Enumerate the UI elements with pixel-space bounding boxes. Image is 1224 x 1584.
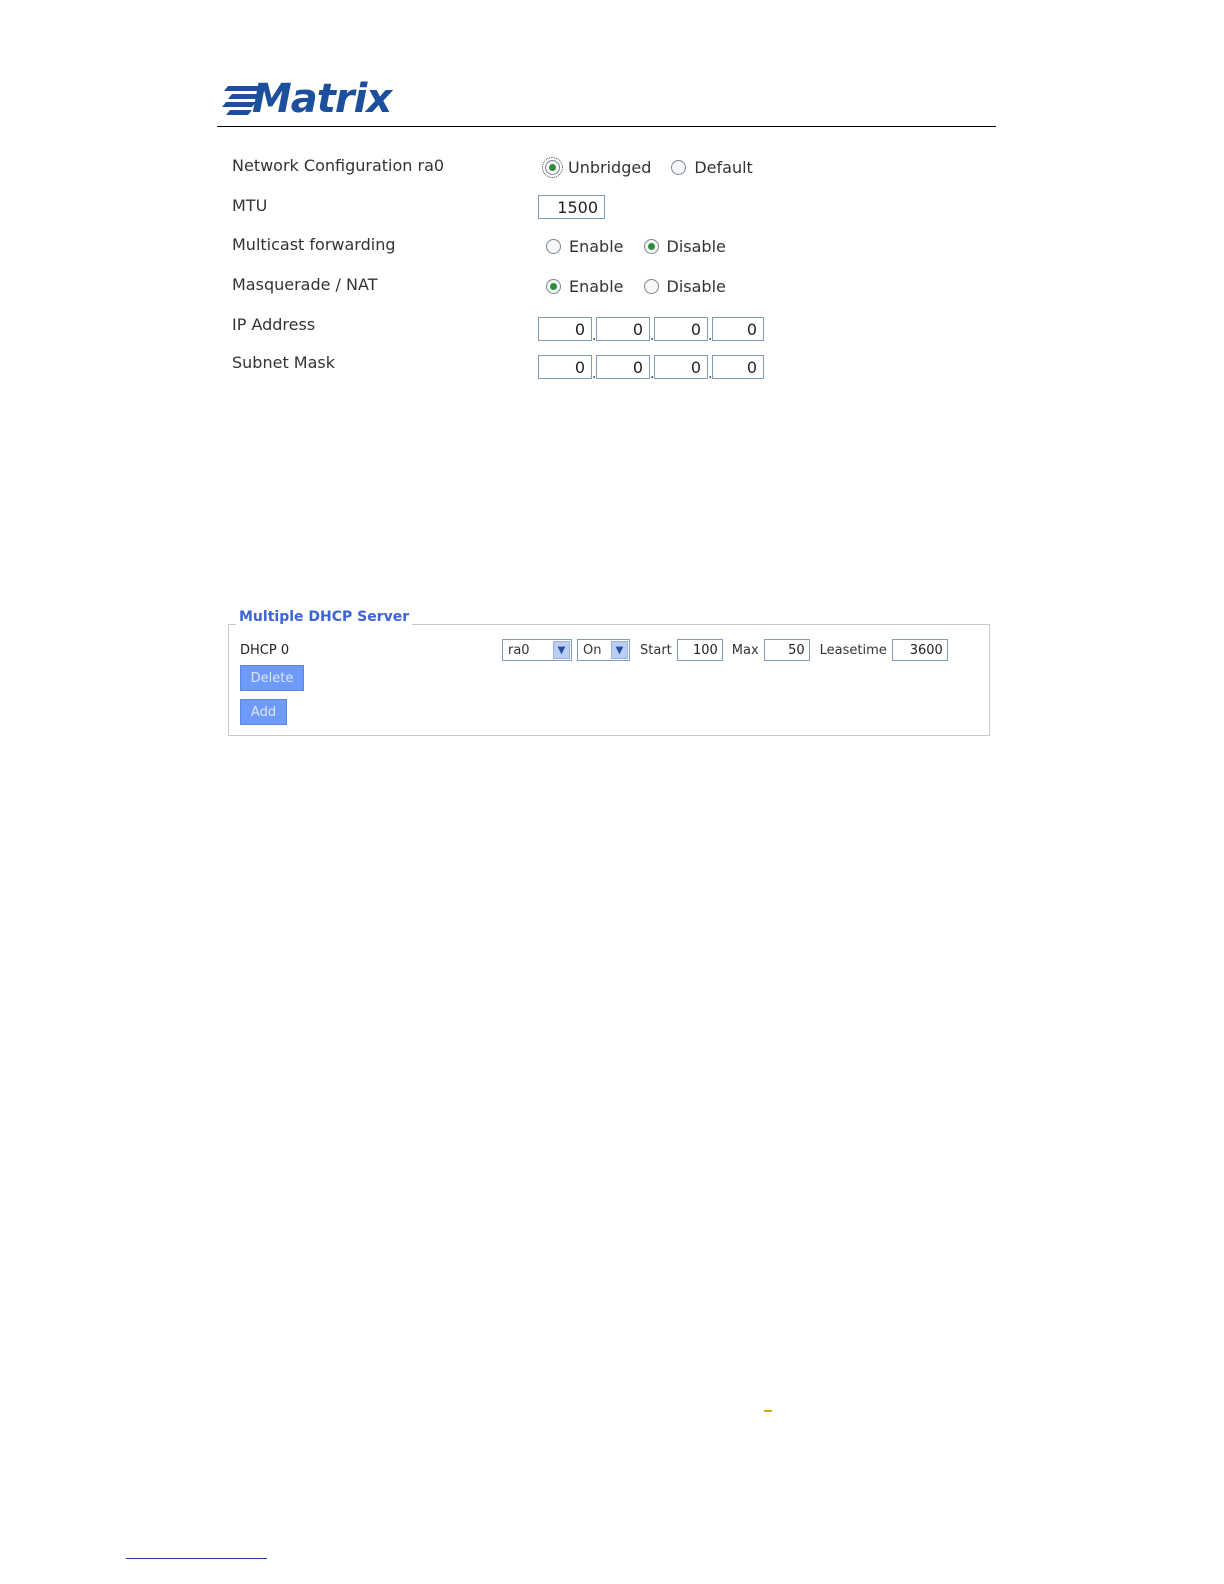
mask-octet-4[interactable]: 0 (712, 355, 764, 379)
chevron-down-icon[interactable]: ▼ (611, 641, 628, 659)
ip-octet-1[interactable]: 0 (538, 317, 592, 341)
header-divider (217, 126, 996, 127)
ip-address-label: IP Address (232, 315, 316, 334)
delete-button[interactable]: Delete (240, 665, 304, 691)
dhcp-entry-label: DHCP 0 (240, 643, 290, 658)
logo-text: Matrix (252, 76, 392, 122)
ip-address-row: IP Address 0 . 0 . 0 . 0 (232, 311, 992, 343)
masquerade-row: Masquerade / NAT Enable Disable (232, 271, 992, 301)
mtu-row: MTU 1500 (232, 192, 992, 222)
multicast-row: Multicast forwarding Enable Disable (232, 231, 992, 261)
radio-unbridged-circle[interactable] (542, 156, 563, 178)
radio-default-label: Default (694, 157, 753, 177)
masquerade-enable[interactable]: Enable (546, 277, 624, 296)
masquerade-label: Masquerade / NAT (232, 275, 378, 294)
ip-octet-3[interactable]: 0 (654, 317, 708, 341)
masquerade-disable[interactable]: Disable (643, 276, 726, 296)
stray-mark (764, 1410, 772, 1412)
multicast-disable[interactable]: Disable (643, 236, 726, 256)
mask-octet-3[interactable]: 0 (654, 355, 708, 379)
network-config-row: Network Configuration ra0 Unbridged Defa… (232, 152, 992, 182)
multicast-label: Multicast forwarding (232, 235, 396, 254)
network-config-label: Network Configuration ra0 (232, 156, 445, 175)
dhcp-legend: Multiple DHCP Server (236, 609, 413, 625)
ip-octet-4[interactable]: 0 (712, 317, 764, 341)
dhcp-state-value: On (583, 642, 602, 658)
dhcp-interface-value: ra0 (508, 642, 530, 658)
mask-octet-1[interactable]: 0 (538, 355, 592, 379)
mtu-input[interactable]: 1500 (538, 195, 605, 219)
masquerade-disable-label: Disable (666, 276, 726, 296)
dhcp-entry-controls: ra0 ▼ On ▼ Start 100 Max 50 Leasetime 36… (502, 639, 948, 661)
dhcp-start-label: Start (640, 642, 672, 658)
masquerade-disable-circle[interactable] (643, 278, 659, 294)
dhcp-state-select[interactable]: On ▼ (577, 639, 630, 661)
chevron-down-icon[interactable]: ▼ (553, 641, 570, 659)
dhcp-start-input[interactable]: 100 (676, 639, 723, 661)
radio-default-circle[interactable] (671, 159, 687, 175)
subnet-mask-label: Subnet Mask (232, 353, 336, 372)
multicast-enable-circle[interactable] (546, 238, 561, 254)
dhcp-lease-label: Leasetime (819, 642, 887, 658)
multicast-enable-label: Enable (569, 236, 624, 256)
radio-unbridged-label: Unbridged (568, 157, 652, 177)
dhcp-max-input[interactable]: 50 (763, 639, 810, 661)
mask-octet-2[interactable]: 0 (596, 355, 650, 379)
masquerade-enable-circle[interactable] (546, 278, 561, 294)
dhcp-interface-select[interactable]: ra0 ▼ (502, 639, 572, 661)
masquerade-enable-label: Enable (569, 276, 624, 296)
add-button[interactable]: Add (240, 699, 287, 725)
dhcp-max-label: Max (731, 642, 759, 658)
multicast-enable[interactable]: Enable (546, 237, 624, 256)
multicast-disable-label: Disable (666, 236, 726, 256)
radio-unbridged[interactable]: Unbridged (542, 156, 652, 178)
dhcp-lease-input[interactable]: 3600 (891, 639, 948, 661)
mtu-label: MTU (232, 196, 268, 215)
footer-divider (126, 1558, 267, 1559)
matrix-logo: Matrix (222, 76, 412, 122)
multicast-disable-circle[interactable] (643, 238, 659, 254)
ip-octet-2[interactable]: 0 (596, 317, 650, 341)
radio-default[interactable]: Default (671, 157, 753, 177)
subnet-mask-row: Subnet Mask 0 . 0 . 0 . 0 (232, 349, 992, 381)
